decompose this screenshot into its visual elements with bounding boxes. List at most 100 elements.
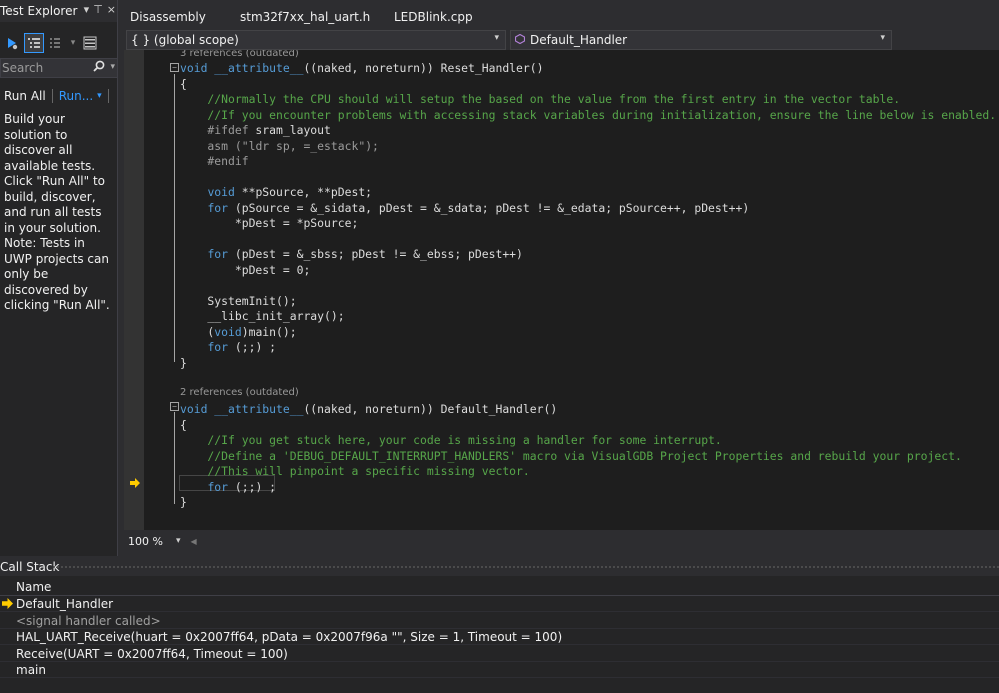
call-stack-row[interactable]: HAL_UART_Receive(huart = 0x2007ff64, pDa… — [0, 629, 999, 645]
close-icon[interactable]: × — [107, 3, 116, 16]
code-line[interactable]: //If you encounter problems with accessi… — [180, 108, 996, 124]
code-line[interactable]: //If you get stuck here, your code is mi… — [180, 433, 722, 449]
collapse-all-icon[interactable] — [80, 33, 100, 53]
test-explorer-title: Test Explorer — [0, 4, 78, 18]
code-token: //Define a ' — [180, 448, 290, 463]
test-search-input[interactable] — [1, 61, 89, 75]
test-discovery-message: Build your solution to discover all avai… — [4, 112, 106, 235]
group-by-icon[interactable] — [24, 33, 44, 53]
drag-grip[interactable] — [52, 565, 999, 569]
refresh-tests-icon[interactable] — [2, 33, 22, 53]
call-stack-column-header[interactable]: Name — [0, 578, 999, 596]
run-menu-dropdown-icon[interactable]: ▾ — [97, 91, 102, 101]
code-token: )main(); — [241, 324, 297, 339]
call-stack-panel: Call Stack Name Default_Handler <signal … — [0, 558, 999, 693]
codelens-references[interactable]: 3 references (outdated) — [180, 50, 299, 61]
scope-dropdown[interactable]: { } (global scope) ▾ — [126, 30, 506, 50]
code-token: ((naked, noreturn)) Default_Handler() — [303, 402, 558, 416]
code-line[interactable]: { — [180, 77, 187, 93]
code-line[interactable]: for (;;) ; — [180, 340, 276, 356]
collapse-toggle-icon[interactable]: − — [170, 63, 179, 72]
code-line[interactable]: //Normally the CPU should will setup the… — [180, 92, 900, 108]
call-stack-frame-name: main — [16, 663, 46, 677]
run-menu-button[interactable]: Run... — [59, 89, 93, 103]
zoom-dropdown-icon[interactable]: ▾ — [176, 536, 181, 546]
code-area[interactable]: − − 3 references (outdated) 2 references… — [124, 50, 999, 530]
code-line[interactable]: #endif — [180, 154, 249, 170]
code-token: { — [180, 417, 187, 432]
code-line[interactable]: for (pDest = &_sbss; pDest != &_ebss; pD… — [180, 247, 522, 263]
code-line[interactable]: SystemInit(); — [180, 293, 297, 310]
code-token: //If you get stuck here, your code is mi… — [180, 433, 722, 447]
fold-guide — [174, 412, 175, 504]
code-line[interactable]: #ifdef sram_layout — [180, 123, 331, 139]
tab-disassembly[interactable]: Disassembly — [130, 10, 206, 24]
code-line[interactable]: //This will pinpoint a specific missing … — [180, 464, 529, 480]
code-token: #endif — [180, 154, 249, 168]
code-token: //Normally the CPU should will setup the… — [180, 92, 901, 106]
playlist-icon[interactable] — [46, 33, 66, 53]
code-line[interactable]: } — [180, 495, 187, 511]
scope-dropdown-arrow-icon[interactable]: ▾ — [494, 33, 499, 43]
code-line[interactable]: *pDest = 0; — [180, 263, 310, 279]
call-stack-row[interactable]: <signal handler called> — [0, 613, 999, 629]
collapse-toggle-icon[interactable]: − — [170, 402, 179, 411]
call-stack-row[interactable]: main — [0, 662, 999, 678]
code-token: void — [214, 324, 242, 339]
code-editor: Disassembly stm32f7xx_hal_uart.h LEDBlin… — [124, 0, 999, 552]
code-token: void — [207, 185, 235, 199]
code-line[interactable]: for (pSource = &_sidata, pDest = &_sdata… — [180, 201, 749, 217]
code-token: } — [180, 355, 187, 370]
scroll-left-icon[interactable]: ◀ — [191, 537, 197, 546]
codelens-references[interactable]: 2 references (outdated) — [180, 387, 299, 400]
search-options-dropdown-icon[interactable]: ▾ — [110, 62, 115, 72]
call-stack-row[interactable]: Default_Handler — [0, 596, 999, 612]
member-dropdown-value: Default_Handler — [530, 33, 628, 47]
code-line[interactable]: { — [180, 418, 187, 434]
run-bar: Run All Run... ▾ — [0, 86, 117, 106]
playlist-dropdown-icon[interactable]: ▾ — [68, 33, 78, 53]
code-line[interactable]: asm ("ldr sp, =_estack"); — [180, 138, 378, 155]
code-token: ( — [180, 324, 215, 339]
code-token: for — [207, 340, 229, 354]
run-all-button[interactable]: Run All — [0, 89, 46, 103]
pin-icon[interactable]: ⊤ — [93, 3, 103, 16]
member-dropdown[interactable]: Default_Handler ▾ — [510, 30, 892, 50]
code-line[interactable]: __libc_init_array(); — [180, 309, 344, 325]
document-tab-strip: Disassembly stm32f7xx_hal_uart.h LEDBlin… — [124, 0, 999, 30]
code-token: (;;) ; — [228, 479, 277, 494]
code-line[interactable]: void __attribute__((naked, noreturn)) De… — [180, 402, 557, 418]
code-token: DEBUG_DEFAULT_INTERRUPT_HANDLERS — [289, 448, 510, 463]
function-icon — [514, 33, 526, 47]
indicator-margin[interactable] — [124, 50, 144, 530]
code-line[interactable]: } — [180, 356, 187, 372]
tab-ledblink-cpp[interactable]: LEDBlink.cpp — [394, 10, 473, 24]
code-token: *pDest = 0; — [180, 262, 311, 277]
code-line[interactable]: *pDest = *pSource; — [180, 216, 358, 232]
search-icon[interactable] — [93, 60, 105, 76]
call-stack-row[interactable]: Receive(UART = 0x2007ff64, Timeout = 100… — [0, 646, 999, 662]
column-header-name[interactable]: Name — [0, 580, 51, 594]
call-stack-frame-name: HAL_UART_Receive(huart = 0x2007ff64, pDa… — [16, 630, 563, 644]
code-line[interactable]: void __attribute__((naked, noreturn)) Re… — [180, 61, 543, 77]
code-token: for — [207, 479, 229, 494]
zoom-level[interactable]: 100 % — [124, 535, 172, 548]
test-search-box[interactable]: ▾ — [0, 58, 117, 78]
code-token: for — [207, 200, 229, 215]
code-line[interactable]: //Define a 'DEBUG_DEFAULT_INTERRUPT_HAND… — [180, 448, 961, 465]
code-token: sram_layout — [248, 123, 331, 137]
member-dropdown-arrow-icon[interactable]: ▾ — [880, 33, 885, 43]
code-line[interactable]: void **pSource, **pDest; — [180, 185, 372, 201]
code-line[interactable]: for (;;) ; — [180, 480, 276, 496]
code-line[interactable]: (void)main(); — [180, 324, 297, 341]
window-menu-icon[interactable]: ▾ — [84, 3, 90, 16]
code-token: (pSource = &_sidata, pDest = &_sdata; pD… — [228, 200, 750, 215]
code-token: asm ( — [180, 138, 242, 153]
code-token: void — [180, 61, 208, 75]
code-token: SystemInit(); — [180, 293, 297, 308]
tab-stm32f7xx-hal-uart-h[interactable]: stm32f7xx_hal_uart.h — [240, 10, 370, 24]
